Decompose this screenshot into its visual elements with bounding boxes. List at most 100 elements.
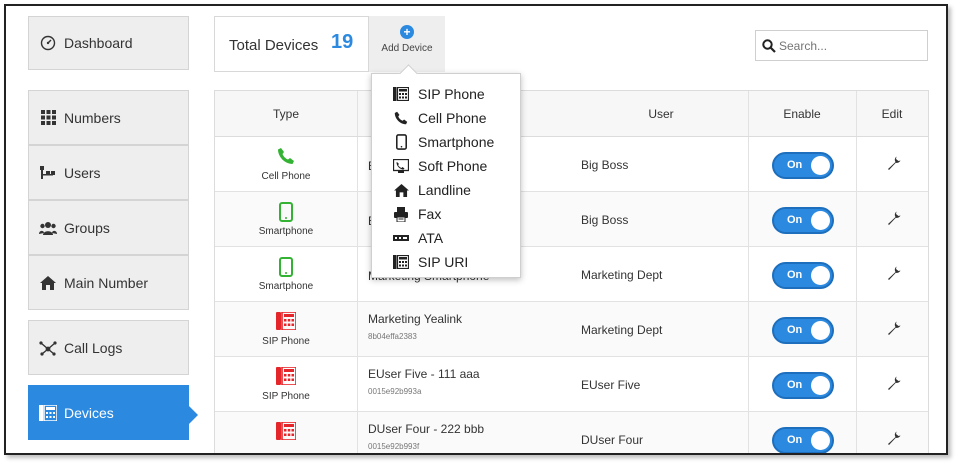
column-header-edit[interactable]: Edit (856, 107, 928, 121)
enable-toggle[interactable]: On (772, 152, 834, 179)
sidebar-item-label: Main Number (64, 274, 149, 291)
device-type-cell (215, 412, 357, 453)
menu-item-soft-phone[interactable]: Soft Phone (372, 154, 522, 178)
column-header-enable[interactable]: Enable (748, 107, 856, 121)
wrench-icon[interactable] (887, 376, 903, 392)
enable-toggle[interactable]: On (772, 427, 834, 453)
column-header-user[interactable]: User (581, 107, 741, 121)
network-icon (39, 339, 57, 357)
enable-toggle[interactable]: On (772, 207, 834, 234)
device-mac: 8b04effa2383 (368, 332, 417, 341)
sidebar-item-label: Dashboard (64, 35, 133, 51)
menu-item-ata[interactable]: ATA (372, 226, 522, 250)
table-row[interactable]: SIP Phone EUser Five - 111 aaa 0015e92b9… (215, 357, 928, 412)
device-type-label: Cell Phone (261, 171, 311, 182)
menu-item-landline[interactable]: Landline (372, 178, 522, 202)
cell-phone-icon (276, 147, 296, 167)
home-icon (39, 274, 57, 292)
plus-circle-icon: + (400, 25, 414, 39)
sidebar-item-users[interactable]: Users (28, 145, 189, 200)
devices-table: Type User Enable Edit Cell Phone Big Bos… (214, 90, 929, 453)
device-user: DUser Four (581, 433, 644, 447)
table-row[interactable]: DUser Four - 222 bbb 0015e92b993f DUser … (215, 412, 928, 453)
table-row[interactable]: SIP Phone Marketing Yealink 8b04effa2383… (215, 302, 928, 357)
add-device-menu: SIP Phone Cell Phone Smartphone Soft Pho… (371, 73, 521, 278)
table-header: Type User Enable Edit (215, 91, 928, 137)
menu-item-fax[interactable]: Fax (372, 202, 522, 226)
table-row[interactable]: Cell Phone B Big Boss On (215, 137, 928, 192)
sidebar-item-dashboard[interactable]: Dashboard (28, 16, 189, 70)
add-device-label: Add Device (381, 43, 433, 54)
app-window: Dashboard Numbers Users Groups Main Numb… (4, 4, 948, 455)
sidebar-item-groups[interactable]: Groups (28, 200, 189, 255)
menu-item-smartphone[interactable]: Smartphone (372, 130, 522, 154)
smartphone-icon (393, 134, 409, 150)
sidebar-item-devices[interactable]: Devices (28, 385, 189, 440)
table-row[interactable]: Smartphone B Big Boss On (215, 192, 928, 247)
sip-phone-icon (39, 404, 57, 422)
speedometer-icon (39, 34, 57, 52)
total-devices-count: 19 (331, 31, 354, 53)
device-type-cell: Smartphone (215, 247, 357, 302)
device-type-label: Smartphone (258, 281, 314, 292)
device-name[interactable]: EUser Five - 111 aaa 0015e92b993a (368, 367, 480, 396)
device-user: Big Boss (581, 213, 629, 227)
sidebar-item-numbers[interactable]: Numbers (28, 90, 189, 145)
device-name[interactable]: Marketing Yealink 8b04effa2383 (368, 312, 462, 341)
wrench-icon[interactable] (887, 211, 903, 227)
smartphone-icon (276, 257, 296, 277)
wrench-icon[interactable] (887, 266, 903, 282)
menu-item-sip-uri[interactable]: SIP URI (372, 250, 522, 274)
menu-item-label: SIP Phone (418, 86, 485, 102)
add-device-button[interactable]: + Add Device (368, 16, 445, 72)
search-box[interactable] (755, 30, 928, 61)
sidebar-item-label: Users (64, 164, 101, 181)
device-type-cell: Cell Phone (215, 137, 357, 192)
enable-toggle[interactable]: On (772, 317, 834, 344)
device-type-label: SIP Phone (262, 336, 310, 347)
group-icon (39, 219, 57, 237)
grid-icon (39, 109, 57, 127)
menu-item-label: ATA (418, 230, 444, 246)
device-type-label: SIP Phone (262, 391, 310, 402)
sidebar-item-label: Groups (64, 219, 110, 236)
wrench-icon[interactable] (887, 431, 903, 447)
ata-icon (393, 230, 409, 246)
device-user: Marketing Dept (581, 268, 663, 282)
search-icon (762, 38, 776, 53)
device-user: EUser Five (581, 378, 641, 392)
total-devices-label: Total Devices (229, 37, 319, 54)
device-user: Big Boss (581, 158, 629, 172)
menu-item-label: Fax (418, 206, 442, 222)
sidebar-item-label: Numbers (64, 109, 121, 126)
device-type-label: Smartphone (258, 226, 314, 237)
sip-phone-icon (276, 311, 297, 332)
column-header-type[interactable]: Type (215, 107, 357, 121)
wrench-icon[interactable] (887, 156, 903, 172)
device-mac: 0015e92b993a (368, 387, 422, 396)
menu-item-label: Landline (418, 182, 471, 198)
device-user: Marketing Dept (581, 323, 663, 337)
smartphone-icon (276, 202, 296, 222)
cell-phone-icon (393, 110, 409, 126)
enable-toggle[interactable]: On (772, 372, 834, 399)
enable-toggle[interactable]: On (772, 262, 834, 289)
menu-item-sip-phone[interactable]: SIP Phone (372, 82, 522, 106)
menu-item-label: Soft Phone (418, 158, 488, 174)
sip-phone-icon (393, 86, 409, 102)
soft-phone-icon (393, 158, 409, 174)
fax-icon (393, 206, 409, 222)
sip-phone-icon (276, 366, 297, 387)
device-name[interactable]: DUser Four - 222 bbb 0015e92b993f (368, 422, 484, 451)
table-row[interactable]: Smartphone Marketing Smartphone Marketin… (215, 247, 928, 302)
wrench-icon[interactable] (887, 321, 903, 337)
active-indicator-arrow (189, 406, 198, 424)
menu-item-label: Cell Phone (418, 110, 487, 126)
sidebar-item-label: Devices (64, 404, 114, 421)
search-input[interactable] (779, 38, 919, 53)
sidebar-item-call-logs[interactable]: Call Logs (28, 320, 189, 375)
menu-item-cell-phone[interactable]: Cell Phone (372, 106, 522, 130)
sip-uri-icon (393, 254, 409, 270)
device-type-cell: SIP Phone (215, 302, 357, 357)
sidebar-item-main-number[interactable]: Main Number (28, 255, 189, 310)
